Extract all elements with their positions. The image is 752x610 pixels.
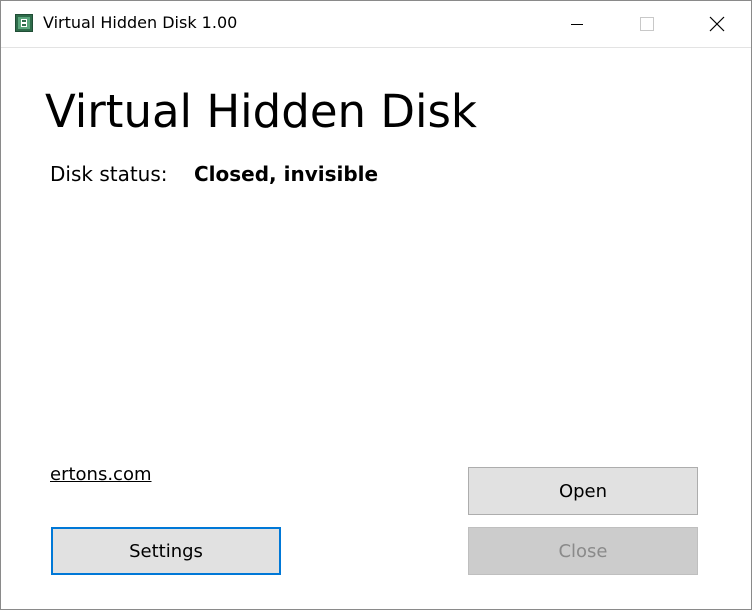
page-title: Virtual Hidden Disk xyxy=(45,85,477,138)
app-window: Virtual Hidden Disk 1.00 Virtual Hidden … xyxy=(0,0,752,610)
disk-app-icon xyxy=(15,14,33,32)
close-disk-button[interactable]: Close xyxy=(468,527,698,575)
open-button[interactable]: Open xyxy=(468,467,698,515)
minimize-icon xyxy=(571,24,583,25)
title-bar[interactable]: Virtual Hidden Disk 1.00 xyxy=(1,1,751,48)
close-icon xyxy=(709,16,725,32)
settings-button[interactable]: Settings xyxy=(51,527,281,575)
disk-status-label: Disk status: xyxy=(50,162,168,186)
window-close-button[interactable] xyxy=(682,1,752,47)
maximize-button[interactable] xyxy=(612,1,682,47)
window-title: Virtual Hidden Disk 1.00 xyxy=(43,13,238,32)
disk-status-value: Closed, invisible xyxy=(194,162,379,186)
minimize-button[interactable] xyxy=(542,1,612,47)
maximize-icon xyxy=(640,17,654,31)
website-link[interactable]: ertons.com xyxy=(50,464,152,485)
